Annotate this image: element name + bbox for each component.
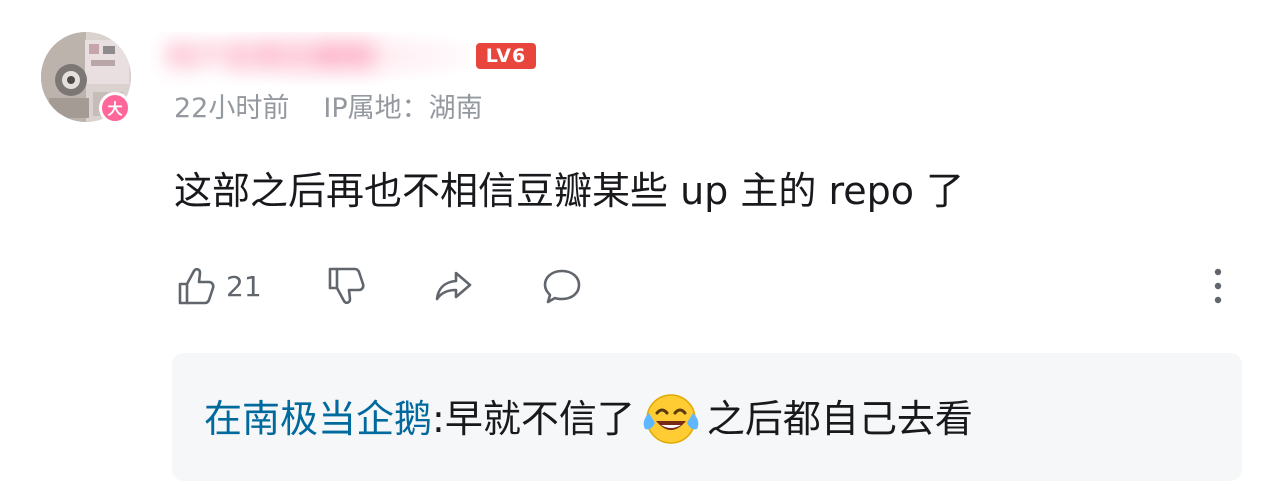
comment-meta: 22小时前 IP属地：湖南 [174,90,483,128]
username[interactable]: 用户名称已模糊 [150,32,470,86]
reply-preview[interactable]: 在南极当企鹅: 早就不信了 之后都自己去看 [172,353,1242,481]
like-count: 21 [226,269,262,303]
username-text: 用户名称已模糊 [164,40,374,75]
thumbs-down-icon [328,267,365,305]
reply-colon: : [432,397,445,441]
reply-text: 早就不信了 [444,397,635,441]
dislike-button[interactable] [324,263,368,309]
more-vertical-icon [1214,268,1222,304]
level-badge: LV6 [476,43,536,69]
location: 湖南 [428,93,483,124]
thumbs-up-icon [178,267,215,305]
share-button[interactable] [432,263,476,309]
reply-button[interactable] [540,263,584,309]
like-button[interactable]: 21 [174,263,262,309]
reply-line: 在南极当企鹅: 早就不信了 之后都自己去看 [204,391,973,447]
avatar[interactable]: 大 [41,32,133,124]
laughing-tears-emoji-icon [641,391,701,447]
reply-bubble-icon [543,269,581,304]
share-icon [435,271,472,301]
more-options-button[interactable] [1203,266,1233,306]
comment-text: 这部之后再也不相信豆瓣某些 up 主的 repo 了 [174,169,965,213]
location-label: IP属地： [323,93,429,124]
timestamp: 22小时前 [174,93,290,124]
reply-text-continued: 之后都自己去看 [706,397,973,441]
avatar-vip-badge: 大 [99,92,131,124]
reply-author[interactable]: 在南极当企鹅 [204,391,432,447]
